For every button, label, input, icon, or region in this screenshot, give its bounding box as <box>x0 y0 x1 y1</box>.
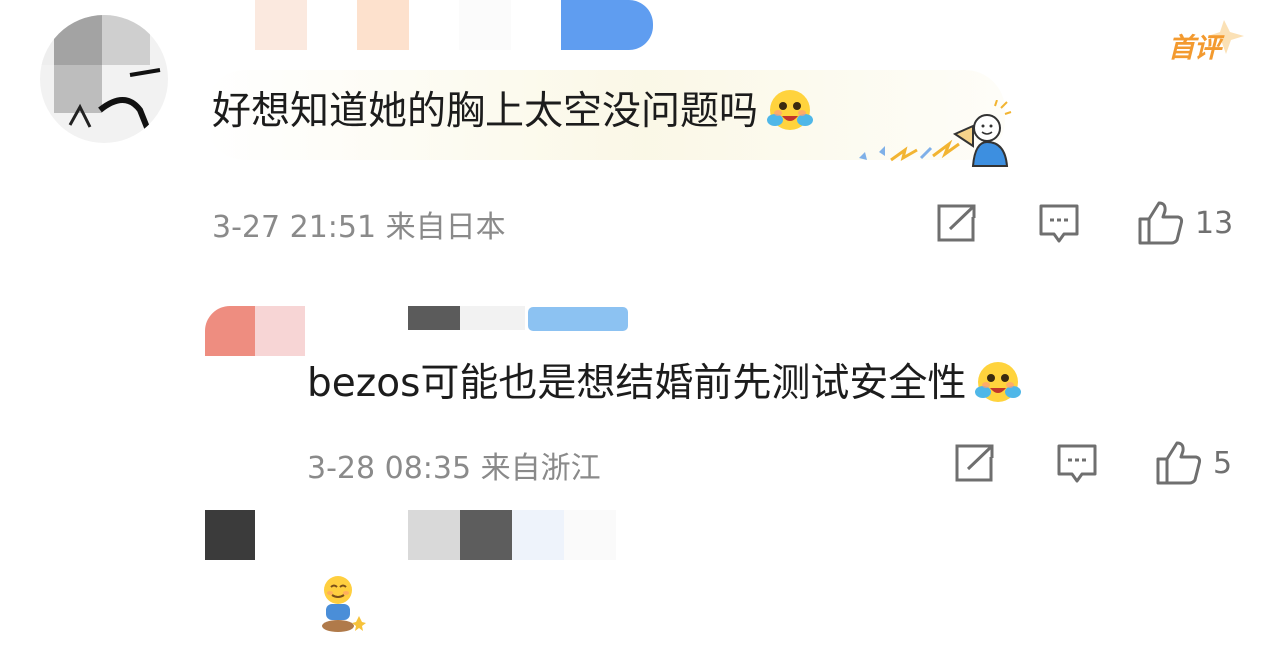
comment-button[interactable] <box>1038 203 1080 245</box>
user-tag <box>528 307 628 331</box>
sitting-smile-sticker <box>318 570 366 636</box>
comment-icon <box>1039 204 1079 243</box>
reply-text: bezos可能也是想结婚前先测试安全性 <box>307 358 1022 408</box>
first-comment-label: 首评 <box>1168 33 1221 64</box>
comment-meta: 3-27 21:51 来自日本 <box>212 202 506 246</box>
thumbs-up-icon <box>1156 441 1202 485</box>
hug-face-emoji <box>970 358 1022 406</box>
share-icon <box>955 444 994 482</box>
hug-face-emoji <box>762 86 814 134</box>
comment-button[interactable] <box>1056 443 1098 485</box>
reply-meta: 3-28 08:35 来自浙江 <box>307 443 601 487</box>
share-icon <box>937 204 976 242</box>
share-button[interactable] <box>936 203 978 243</box>
comment-icon <box>1057 444 1097 483</box>
username-redacted[interactable] <box>255 0 703 50</box>
timestamp: 3-28 08:35 <box>307 451 472 486</box>
comment-body: 好想知道她的胸上太空没问题吗 <box>212 89 759 134</box>
timestamp: 3-27 21:51 <box>212 210 377 245</box>
avatar[interactable] <box>40 15 168 143</box>
like-count: 13 <box>1195 205 1234 241</box>
comment-thread: 首评 好想知道她的胸上太空没问题吗 3-27 21:51 来自日本 13 bez… <box>0 0 1284 650</box>
location: 来自浙江 <box>480 451 601 486</box>
first-comment-badge: 首评 <box>1160 18 1250 68</box>
like-button[interactable]: 5 <box>1155 440 1232 486</box>
comment-text: 好想知道她的胸上太空没问题吗 <box>212 86 814 136</box>
like-button[interactable]: 13 <box>1137 200 1233 246</box>
location: 来自日本 <box>385 210 506 245</box>
thumbs-up-icon <box>1138 201 1184 245</box>
megaphone-cheer-sticker <box>855 99 1020 170</box>
like-count: 5 <box>1213 445 1233 481</box>
share-button[interactable] <box>954 443 996 483</box>
reply-body: bezos可能也是想结婚前先测试安全性 <box>307 361 967 406</box>
